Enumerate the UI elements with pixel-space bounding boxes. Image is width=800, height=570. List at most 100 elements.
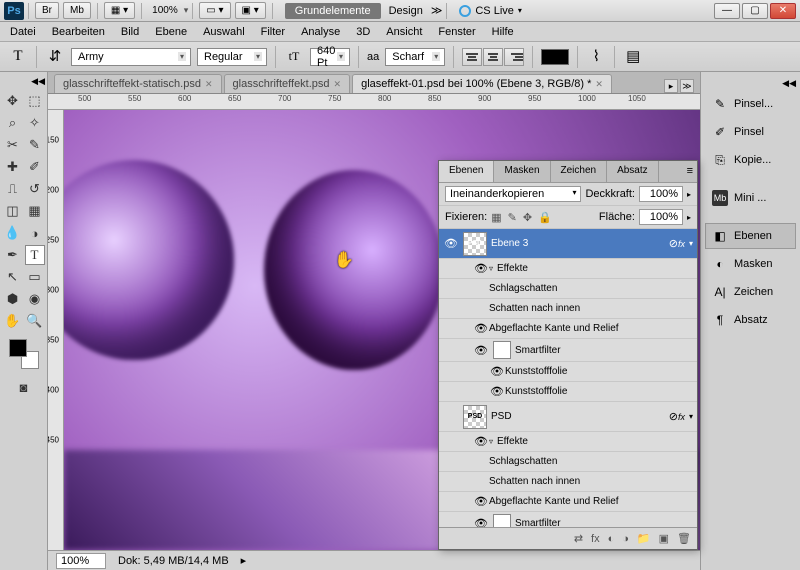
character-panel-icon[interactable]: ▤ — [623, 47, 643, 67]
menu-analyse[interactable]: Analyse — [301, 26, 340, 38]
visibility-icon[interactable]: 👁 — [473, 322, 489, 335]
layer-smartfilter[interactable]: 👁Smartfilter — [439, 339, 697, 362]
visibility-icon[interactable]: 👁 — [473, 262, 489, 275]
lock-pixels-icon[interactable]: ✎ — [508, 211, 517, 224]
trash-icon[interactable]: 🗑 — [677, 532, 691, 545]
layer-schlagschatten[interactable]: Schlagschatten — [439, 279, 697, 299]
type-tool[interactable]: T — [25, 245, 45, 265]
tab-zeichen[interactable]: Zeichen — [551, 161, 608, 182]
font-size-dropdown[interactable]: 640 Pt — [310, 48, 350, 66]
align-center-button[interactable] — [483, 48, 503, 66]
menu-fenster[interactable]: Fenster — [438, 26, 475, 38]
dock-ebenen[interactable]: ◧Ebenen — [705, 223, 796, 249]
color-swatches[interactable] — [9, 339, 39, 369]
tab-menu-icon[interactable]: ≫ — [680, 79, 694, 93]
menu-auswahl[interactable]: Auswahl — [203, 26, 245, 38]
eraser-tool[interactable]: ◫ — [3, 201, 23, 221]
menu-datei[interactable]: Datei — [10, 26, 36, 38]
dock-masken[interactable]: ◐Masken — [705, 251, 796, 277]
close-button[interactable]: ✕ — [770, 3, 796, 19]
dock-absatz[interactable]: ¶Absatz — [705, 307, 796, 333]
layer-kante-relief[interactable]: 👁Abgeflachte Kante und Relief — [439, 319, 697, 339]
ruler-vertical[interactable]: 150 200 250 300 350 400 450 — [48, 110, 64, 550]
visibility-icon[interactable]: 👁 — [443, 237, 459, 250]
fx-menu-icon[interactable]: fx — [591, 533, 600, 545]
layer-effekte2[interactable]: 👁▿Effekte — [439, 432, 697, 452]
visibility-icon[interactable]: 👁 — [473, 495, 489, 508]
tab-scroll-right-icon[interactable]: ▸ — [664, 79, 678, 93]
chevron-down-icon[interactable]: ▾ — [689, 239, 693, 248]
zoom-dropdown-icon[interactable]: ▾ — [184, 5, 189, 16]
3d-camera-tool[interactable]: ◉ — [25, 289, 45, 309]
visibility-icon[interactable]: 👁 — [473, 435, 489, 448]
layer-schatten-innen2[interactable]: Schatten nach innen — [439, 472, 697, 492]
mask-icon[interactable]: ◐ — [608, 533, 615, 545]
layer-schlagschatten2[interactable]: Schlagschatten — [439, 452, 697, 472]
warp-text-icon[interactable]: ⌇ — [586, 47, 606, 67]
hand-tool[interactable]: ✋ — [3, 311, 23, 331]
history-brush-tool[interactable]: ↺ — [25, 179, 45, 199]
lock-transparency-icon[interactable]: ▦ — [491, 211, 501, 224]
lock-position-icon[interactable]: ✥ — [523, 211, 532, 224]
menu-ansicht[interactable]: Ansicht — [386, 26, 422, 38]
font-family-dropdown[interactable]: Army — [71, 48, 191, 66]
align-right-button[interactable] — [504, 48, 524, 66]
group-icon[interactable]: 📁 — [637, 532, 651, 545]
3d-tool[interactable]: ⬢ — [3, 289, 23, 309]
menu-ebene[interactable]: Ebene — [155, 26, 187, 38]
doc-tab-3[interactable]: glaseffekt-01.psd bei 100% (Ebene 3, RGB… — [352, 74, 612, 93]
zoom-display[interactable]: 100% — [152, 5, 178, 16]
link-layers-icon[interactable]: ⇄ — [574, 532, 583, 545]
view-extras-button[interactable]: ▦ ▾ — [104, 2, 135, 19]
lock-all-icon[interactable]: 🔒 — [538, 211, 552, 224]
eyedropper-tool[interactable]: ✎ — [25, 135, 45, 155]
heal-tool[interactable]: ✚ — [3, 157, 23, 177]
pen-tool[interactable]: ✒ — [3, 245, 23, 265]
crop-tool[interactable]: ✂ — [3, 135, 23, 155]
filter-mask-thumb[interactable] — [493, 514, 511, 527]
close-icon[interactable]: ✕ — [334, 79, 342, 90]
menu-hilfe[interactable]: Hilfe — [492, 26, 514, 38]
menu-3d[interactable]: 3D — [356, 26, 370, 38]
close-icon[interactable]: ✕ — [595, 79, 603, 90]
font-style-dropdown[interactable]: Regular — [197, 48, 267, 66]
blur-tool[interactable]: 💧 — [3, 223, 23, 243]
doc-info-arrow-icon[interactable]: ▸ — [241, 554, 247, 567]
cslive-button[interactable]: CS Live ▾ — [459, 5, 522, 17]
marquee-tool[interactable]: ⬚ — [25, 91, 45, 111]
filter-mask-thumb[interactable] — [493, 341, 511, 359]
brush-tool[interactable]: ✐ — [25, 157, 45, 177]
doc-tab-1[interactable]: glasschrifteffekt-statisch.psd✕ — [54, 74, 222, 93]
bridge-button[interactable]: Br — [35, 2, 59, 19]
new-layer-icon[interactable]: ▣ — [659, 532, 669, 545]
workspace-active[interactable]: Grundelemente — [285, 3, 381, 19]
layer-psd[interactable]: PSD PSD ⊘ fx ▾ — [439, 402, 697, 432]
tab-ebenen[interactable]: Ebenen — [439, 161, 494, 182]
visibility-icon[interactable]: 👁 — [489, 365, 505, 378]
fx-badge[interactable]: fx — [678, 412, 685, 422]
fx-badge[interactable]: fx — [678, 239, 685, 249]
dock-pinsel[interactable]: ✐Pinsel — [705, 119, 796, 145]
layer-schatten-innen[interactable]: Schatten nach innen — [439, 299, 697, 319]
stamp-tool[interactable]: ⎍ — [3, 179, 23, 199]
tab-masken[interactable]: Masken — [494, 161, 550, 182]
path-tool[interactable]: ↖ — [3, 267, 23, 287]
lasso-tool[interactable]: ⌕ — [3, 113, 23, 133]
screen-mode-button[interactable]: ▣ ▾ — [235, 2, 266, 19]
wand-tool[interactable]: ✧ — [25, 113, 45, 133]
zoom-tool[interactable]: 🔍 — [25, 311, 45, 331]
dock-kopierquelle[interactable]: ⎘Kopie... — [705, 147, 796, 173]
adjustment-icon[interactable]: ◑ — [622, 533, 629, 545]
visibility-icon[interactable]: 👁 — [473, 344, 489, 357]
dock-zeichen[interactable]: A|Zeichen — [705, 279, 796, 305]
visibility-icon[interactable]: 👁 — [489, 385, 505, 398]
antialias-dropdown[interactable]: Scharf — [385, 48, 445, 66]
visibility-icon[interactable]: 👁 — [473, 517, 489, 528]
gradient-tool[interactable]: ▦ — [25, 201, 45, 221]
workspace-design[interactable]: Design — [381, 3, 431, 19]
layer-kante-relief2[interactable]: 👁Abgeflachte Kante und Relief — [439, 492, 697, 512]
ruler-horizontal[interactable]: 500 550 600 650 700 750 800 850 900 950 … — [48, 94, 700, 110]
dock-collapse-icon[interactable]: ◀◀ — [782, 78, 796, 89]
toolbox-collapse-icon[interactable]: ◀◀ — [31, 76, 45, 87]
layers-panel[interactable]: Ebenen Masken Zeichen Absatz ≡ Ineinande… — [438, 160, 698, 550]
